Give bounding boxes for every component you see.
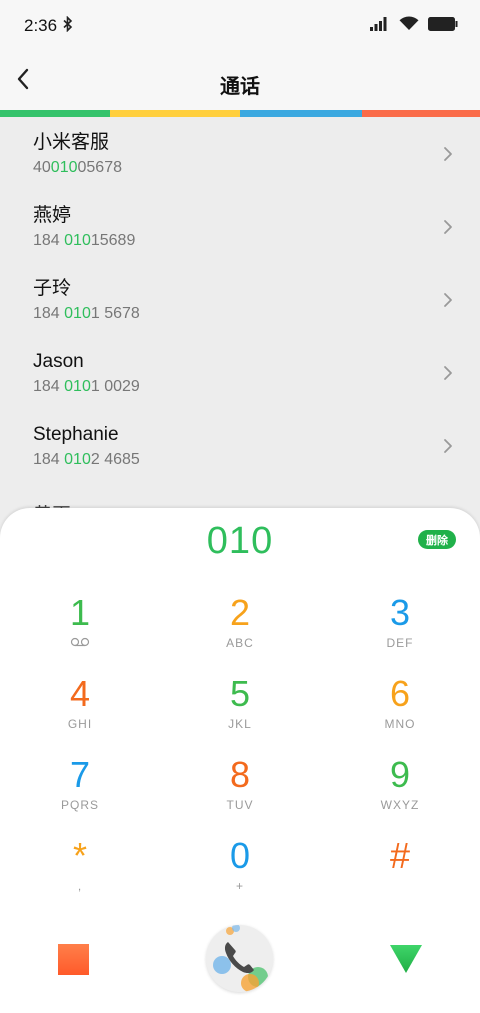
contact-name: Jason bbox=[33, 351, 84, 372]
key-hash[interactable]: # bbox=[320, 836, 480, 917]
signal-icon bbox=[370, 16, 390, 36]
key-letters: + bbox=[235, 879, 244, 893]
key-digit: 2 bbox=[229, 592, 251, 633]
dialpad-actions bbox=[0, 920, 480, 1000]
list-item[interactable]: 子玲 184 0101 5678 bbox=[0, 263, 480, 336]
contact-number: 184 0101 5678 bbox=[33, 305, 140, 322]
list-item[interactable]: 小米客服 4001005678 bbox=[0, 117, 480, 190]
square-icon[interactable] bbox=[58, 944, 89, 975]
key-digit: 1 bbox=[69, 592, 91, 633]
accent-color-bar bbox=[0, 110, 480, 117]
accent-segment-red bbox=[362, 110, 480, 117]
accent-segment-green bbox=[0, 110, 110, 117]
app-header: 通话 bbox=[0, 52, 480, 110]
key-digit: # bbox=[389, 835, 411, 876]
bluetooth-icon bbox=[63, 15, 73, 37]
key-digit: 5 bbox=[229, 673, 251, 714]
status-bar: 2:36 bbox=[0, 0, 480, 52]
call-button[interactable] bbox=[206, 925, 273, 992]
key-star[interactable]: * , bbox=[0, 836, 160, 917]
key-digit: 8 bbox=[229, 754, 251, 795]
chevron-right-icon bbox=[444, 293, 452, 307]
key-9[interactable]: 9 WXYZ bbox=[320, 755, 480, 836]
list-item[interactable]: 燕婷 184 01015689 bbox=[0, 190, 480, 263]
chevron-right-icon bbox=[444, 147, 452, 161]
contact-number: 4001005678 bbox=[33, 159, 122, 176]
keypad: 1 2 ABC 3 DEF 4 GHI 5 JKL 6 MNO 7 PQRS 8… bbox=[0, 593, 480, 917]
key-letters: ABC bbox=[226, 636, 254, 650]
chevron-right-icon bbox=[444, 366, 452, 380]
contact-list: 小米客服 4001005678 燕婷 184 01015689 子玲 184 0… bbox=[0, 117, 480, 482]
key-letters: MNO bbox=[384, 717, 416, 731]
key-5[interactable]: 5 JKL bbox=[160, 674, 320, 755]
key-digit: 0 bbox=[229, 835, 251, 876]
key-digit: 4 bbox=[69, 673, 91, 714]
key-letters: DEF bbox=[386, 636, 414, 650]
status-time: 2:36 bbox=[24, 16, 58, 35]
key-letters: , bbox=[77, 879, 83, 893]
key-6[interactable]: 6 MNO bbox=[320, 674, 480, 755]
contact-name: 燕婷 bbox=[33, 205, 72, 226]
status-icons bbox=[370, 16, 458, 36]
chevron-right-icon bbox=[444, 220, 452, 234]
key-1[interactable]: 1 bbox=[0, 593, 160, 674]
key-8[interactable]: 8 TUV bbox=[160, 755, 320, 836]
keypad-row: * , 0 + # bbox=[0, 836, 480, 917]
contact-number: 184 01015689 bbox=[33, 232, 136, 249]
contact-name: 子玲 bbox=[33, 278, 72, 299]
battery-icon bbox=[428, 16, 458, 36]
accent-segment-yellow bbox=[110, 110, 240, 117]
keypad-row: 4 GHI 5 JKL 6 MNO bbox=[0, 674, 480, 755]
key-letters: PQRS bbox=[60, 798, 99, 812]
key-digit: 6 bbox=[389, 673, 411, 714]
key-letters: GHI bbox=[67, 717, 93, 731]
wifi-icon bbox=[399, 16, 419, 36]
key-0[interactable]: 0 + bbox=[160, 836, 320, 917]
contact-number: 184 0102 4685 bbox=[33, 451, 140, 468]
key-letters: WXYZ bbox=[380, 798, 420, 812]
key-3[interactable]: 3 DEF bbox=[320, 593, 480, 674]
chevron-right-icon bbox=[444, 439, 452, 453]
key-letters: TUV bbox=[226, 798, 254, 812]
key-digit: 9 bbox=[389, 754, 411, 795]
voicemail-icon bbox=[70, 636, 90, 652]
page-title: 通话 bbox=[220, 76, 260, 98]
triangle-down-icon[interactable] bbox=[389, 944, 423, 974]
key-7[interactable]: 7 PQRS bbox=[0, 755, 160, 836]
key-digit: 7 bbox=[69, 754, 91, 795]
phone-icon bbox=[213, 925, 268, 992]
delete-button[interactable]: 删除 bbox=[418, 530, 456, 549]
dialpad-panel: 010 删除 1 2 ABC 3 DEF 4 GHI 5 JKL 6 MNO 7… bbox=[0, 508, 480, 1013]
accent-segment-blue bbox=[240, 110, 362, 117]
keypad-row: 7 PQRS 8 TUV 9 WXYZ bbox=[0, 755, 480, 836]
key-2[interactable]: 2 ABC bbox=[160, 593, 320, 674]
contact-number: 184 0101 0029 bbox=[33, 378, 140, 395]
key-letters: JKL bbox=[228, 717, 252, 731]
list-item[interactable]: Jason 184 0101 0029 bbox=[0, 336, 480, 409]
key-digit: * bbox=[72, 835, 87, 876]
contact-name: Stephanie bbox=[33, 424, 119, 445]
dialed-number-display: 010 bbox=[206, 520, 274, 562]
contact-name: 小米客服 bbox=[33, 132, 110, 153]
status-time-group: 2:36 bbox=[24, 15, 73, 37]
list-item[interactable]: Stephanie 184 0102 4685 bbox=[0, 409, 480, 482]
key-digit: 3 bbox=[389, 592, 411, 633]
keypad-row: 1 2 ABC 3 DEF bbox=[0, 593, 480, 674]
key-4[interactable]: 4 GHI bbox=[0, 674, 160, 755]
